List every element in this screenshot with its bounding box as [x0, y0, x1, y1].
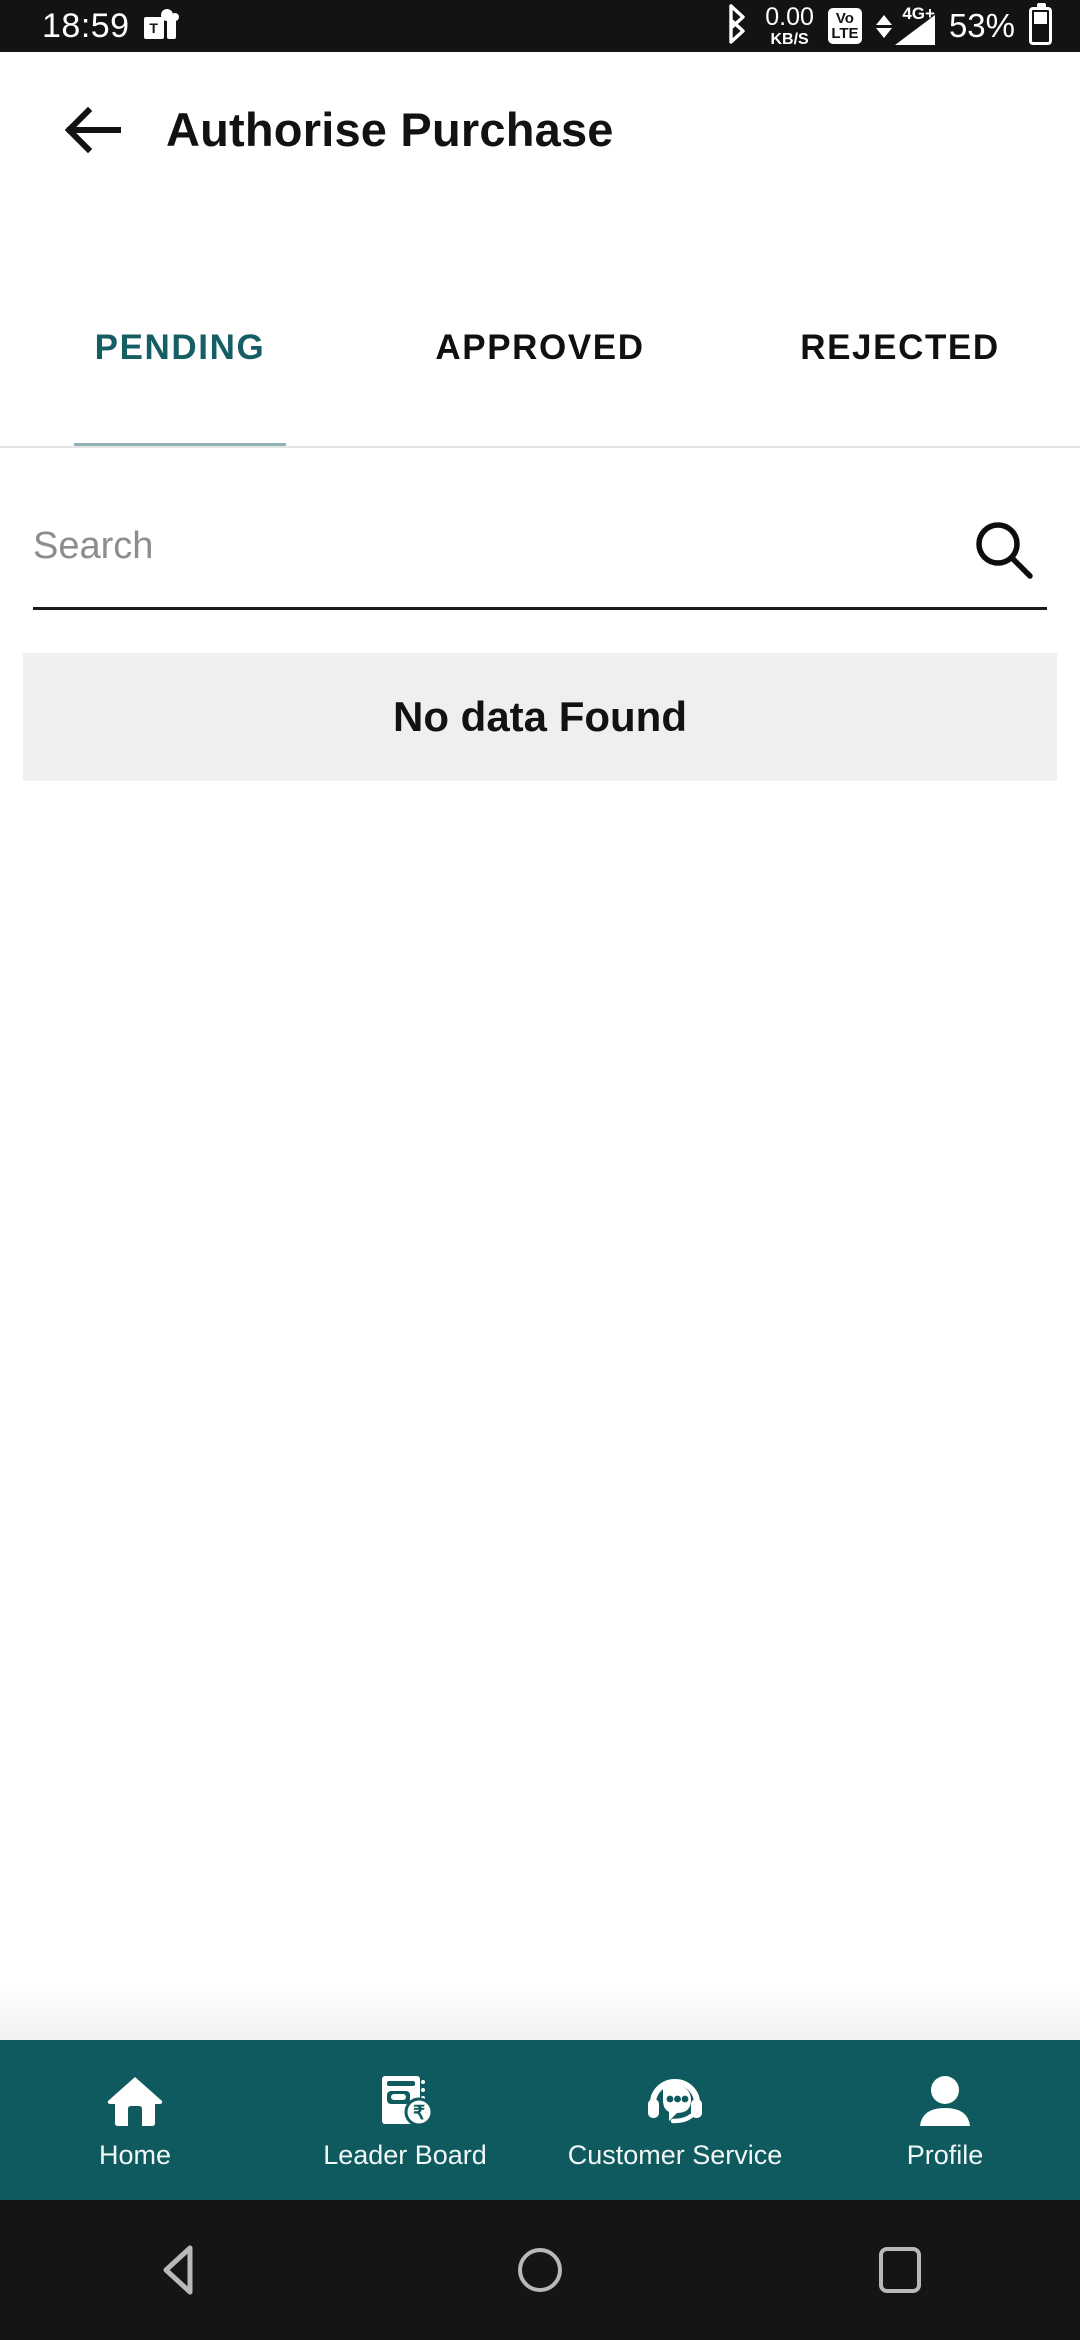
- bottom-navigation-bar: Home ₹ Leader Board Customer Service Pro…: [0, 2040, 1080, 2200]
- network-type-label: 4G+: [902, 4, 935, 23]
- volte-icon: Vo LTE: [827, 8, 862, 44]
- search-button[interactable]: [961, 507, 1047, 593]
- teams-icon-letter: T: [143, 17, 164, 39]
- nav-item-leader-board-label: Leader Board: [323, 2139, 487, 2170]
- android-back-button[interactable]: [0, 2242, 360, 2298]
- tab-inactive-indicator: [794, 443, 1006, 446]
- empty-state-panel: No data Found: [23, 653, 1057, 781]
- page-title: Authorise Purchase: [166, 103, 614, 156]
- data-speed-unit: KB/S: [770, 30, 809, 48]
- nav-item-profile-label: Profile: [906, 2139, 984, 2170]
- battery-percent-label: 53%: [948, 7, 1015, 44]
- bottom-scrim: [0, 1988, 1080, 2040]
- tab-inactive-indicator: [434, 443, 646, 446]
- status-clock: 18:59: [42, 7, 130, 45]
- search-input[interactable]: [33, 525, 961, 582]
- tab-active-indicator: [74, 443, 286, 446]
- square-recents-icon: [879, 2247, 921, 2293]
- triangle-back-icon: [163, 2245, 193, 2295]
- android-recents-button[interactable]: [720, 2247, 1080, 2293]
- tab-rejected-label: REJECTED: [800, 328, 1000, 367]
- status-bar: 18:59 T 0.00 KB/S Vo LTE 4G+ 53%: [0, 0, 1080, 52]
- nav-item-home[interactable]: Home: [0, 2040, 270, 2200]
- search-bar: [33, 500, 1047, 610]
- tab-pending-label: PENDING: [94, 328, 266, 367]
- volte-label-top: Vo: [835, 10, 854, 27]
- person-icon: [916, 2070, 974, 2132]
- tab-pending[interactable]: PENDING: [0, 300, 360, 446]
- arrow-left-icon: [64, 106, 121, 153]
- volte-label-bottom: LTE: [831, 25, 859, 42]
- signal-indicator: 4G+: [875, 4, 935, 45]
- battery-icon: [1029, 3, 1052, 45]
- status-bar-right: 0.00 KB/S Vo LTE 4G+ 53%: [725, 2, 1052, 49]
- headset-chat-icon: [643, 2070, 707, 2132]
- app-header: Authorise Purchase: [0, 52, 1080, 207]
- nav-item-customer-service-label: Customer Service: [567, 2139, 783, 2170]
- search-icon: [976, 521, 1033, 579]
- svg-text:₹: ₹: [413, 2103, 425, 2124]
- signal-bars-icon: 4G+: [893, 4, 935, 45]
- android-navigation-bar: [0, 2200, 1080, 2340]
- nav-item-leader-board[interactable]: ₹ Leader Board: [270, 2040, 540, 2200]
- nav-item-profile[interactable]: Profile: [810, 2040, 1080, 2200]
- tab-approved-label: APPROVED: [435, 328, 645, 367]
- leaderboard-rupee-icon: ₹: [375, 2070, 435, 2132]
- tab-bar: PENDING APPROVED REJECTED: [0, 300, 1080, 448]
- home-icon: [105, 2070, 165, 2132]
- circle-home-icon: [518, 2248, 562, 2292]
- data-transfer-arrows-icon: [875, 14, 892, 38]
- data-speed-value: 0.00: [765, 2, 814, 31]
- data-speed-indicator: 0.00 KB/S: [765, 2, 814, 48]
- content-area: [0, 781, 1080, 2040]
- nav-item-customer-service[interactable]: Customer Service: [540, 2040, 810, 2200]
- android-home-button[interactable]: [360, 2248, 720, 2292]
- microsoft-teams-icon: T: [143, 9, 179, 43]
- back-button[interactable]: [60, 97, 126, 163]
- empty-state-text: No data Found: [393, 693, 687, 740]
- tab-rejected[interactable]: REJECTED: [720, 300, 1080, 446]
- nav-item-home-label: Home: [98, 2139, 172, 2170]
- tab-approved[interactable]: APPROVED: [360, 300, 720, 446]
- status-bar-left: 18:59 T: [42, 7, 179, 45]
- bluetooth-icon: [725, 3, 751, 49]
